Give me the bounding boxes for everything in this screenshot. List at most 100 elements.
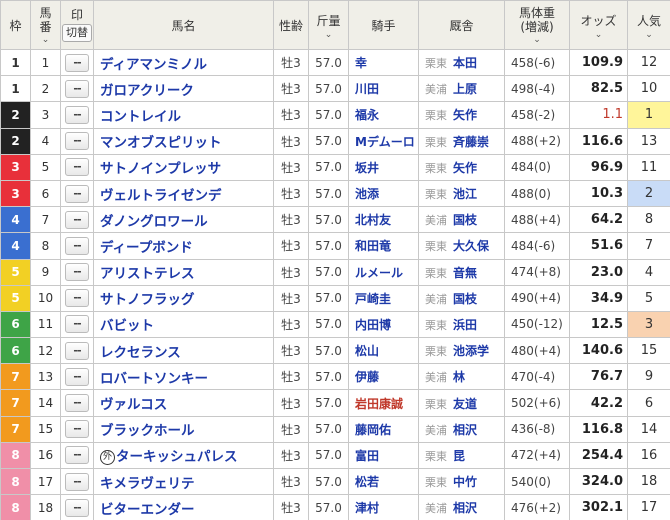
horse-name-link[interactable]: ビターエンダー [100, 502, 195, 518]
mark-select-button[interactable]: -- [65, 315, 89, 334]
trainer-link[interactable]: 昆 [453, 449, 465, 463]
trainer-link[interactable]: 国枝 [453, 292, 477, 306]
mark-select-button[interactable]: -- [65, 472, 89, 491]
sort-chevron-icon[interactable]: ⌄ [310, 30, 348, 39]
mark-select-button[interactable]: -- [65, 105, 89, 124]
jockey-link[interactable]: 福永 [355, 108, 379, 122]
body-weight-cell: 480(+4) [504, 337, 570, 365]
header-body-weight[interactable]: 馬体重 (増減) ⌄ [504, 0, 570, 50]
mark-select-button[interactable]: -- [65, 132, 89, 151]
horse-name-link[interactable]: ブラックホール [100, 423, 195, 439]
jockey-link[interactable]: 松山 [355, 344, 379, 358]
horse-name-link[interactable]: サトノフラッグ [100, 292, 195, 308]
trainer-link[interactable]: 斉藤崇 [453, 135, 489, 149]
horse-name-link[interactable]: ヴァルコス [100, 397, 167, 413]
horse-name-link[interactable]: ディープボンド [100, 240, 193, 256]
horse-name-link[interactable]: ダノングロワール [100, 214, 208, 230]
horse-name-link[interactable]: ディアマンミノル [100, 57, 207, 73]
jockey-link[interactable]: Mデムーロ [355, 135, 415, 149]
table-row: 8 17 -- キメラヴェリテ 牡3 57.0 松若 栗東 中竹 540(0) 324.0 18 [0, 467, 670, 496]
sort-chevron-icon[interactable]: ⌄ [506, 36, 569, 45]
trainer-link[interactable]: 池添学 [453, 344, 489, 358]
horse-name-link[interactable]: 外ターキッシュパレス [100, 449, 238, 465]
popularity-cell: 8 [627, 206, 670, 234]
jockey-link[interactable]: 池添 [355, 187, 379, 201]
sort-chevron-icon[interactable]: ⌄ [629, 30, 670, 39]
horse-name-link[interactable]: ガロアクリーク [100, 83, 194, 99]
jockey-link[interactable]: 藤岡佑 [355, 423, 391, 437]
trainer-link[interactable]: 友道 [453, 397, 477, 411]
jockey-link[interactable]: 坂井 [355, 161, 379, 175]
mark-select-button[interactable]: -- [65, 53, 89, 72]
mark-select-button[interactable]: -- [65, 210, 89, 229]
header-odds[interactable]: オッズ ⌄ [569, 0, 628, 50]
mark-select-button[interactable]: -- [65, 79, 89, 98]
trainer-link[interactable]: 矢作 [453, 108, 477, 122]
mark-select-button[interactable]: -- [65, 184, 89, 203]
umaban-cell: 17 [30, 467, 61, 496]
horse-name-link[interactable]: ロバートソンキー [100, 371, 208, 387]
jockey-link[interactable]: 和田竜 [355, 239, 391, 253]
mark-select-button[interactable]: -- [65, 263, 89, 282]
popularity-cell: 15 [627, 337, 670, 365]
trainer-link[interactable]: 本田 [453, 56, 477, 70]
horse-name-link[interactable]: キメラヴェリテ [100, 476, 195, 492]
horse-name-cell: サトノフラッグ [93, 284, 274, 312]
waku-cell: 7 [0, 389, 31, 417]
trainer-link[interactable]: 矢作 [453, 161, 477, 175]
jockey-link[interactable]: 戸崎圭 [355, 292, 391, 306]
mark-select-button[interactable]: -- [65, 498, 89, 517]
trainer-link[interactable]: 池江 [453, 187, 477, 201]
jockey-link[interactable]: ルメール [355, 266, 403, 280]
mark-select-button[interactable]: -- [65, 420, 89, 439]
sort-chevron-icon[interactable]: ⌄ [32, 36, 60, 45]
trainer-link[interactable]: 相沢 [453, 423, 477, 437]
header-popularity[interactable]: 人気 ⌄ [627, 0, 670, 50]
header-umaban[interactable]: 馬番 ⌄ [30, 0, 61, 50]
horse-name-link[interactable]: レクセランス [100, 345, 181, 361]
jockey-link[interactable]: 松若 [355, 475, 379, 489]
odds-cell: 116.8 [569, 415, 628, 443]
trainer-link[interactable]: 音無 [453, 266, 477, 280]
jockey-link[interactable]: 富田 [355, 449, 379, 463]
jockey-link[interactable]: 伊藤 [355, 370, 379, 384]
mark-select-button[interactable]: -- [65, 158, 89, 177]
mark-cell: -- [60, 75, 94, 103]
popularity-cell: 16 [627, 441, 670, 470]
horse-name-link[interactable]: アリストテレス [100, 266, 195, 282]
mark-toggle-button[interactable]: 切替 [62, 24, 92, 42]
jockey-link[interactable]: 幸 [355, 56, 367, 70]
stable-region: 栗東 [425, 266, 447, 280]
jockey-link[interactable]: 北村友 [355, 213, 391, 227]
trainer-link[interactable]: 中竹 [453, 475, 477, 489]
mark-select-button[interactable]: -- [65, 446, 89, 465]
trainer-link[interactable]: 国枝 [453, 213, 477, 227]
trainer-link[interactable]: 林 [453, 370, 465, 384]
mark-select-button[interactable]: -- [65, 289, 89, 308]
stable-region: 美浦 [425, 502, 447, 516]
umaban-cell: 8 [30, 232, 61, 260]
horse-name-link[interactable]: サトノインプレッサ [100, 161, 221, 177]
header-weight[interactable]: 斤量 ⌄ [308, 0, 349, 50]
trainer-link[interactable]: 浜田 [453, 318, 477, 332]
mark-select-button[interactable]: -- [65, 394, 89, 413]
trainer-link[interactable]: 上原 [453, 82, 477, 96]
stable-cell: 美浦 国枝 [418, 284, 505, 312]
jockey-link[interactable]: 津村 [355, 501, 379, 515]
mark-select-button[interactable]: -- [65, 341, 89, 360]
mark-select-button[interactable]: -- [65, 367, 89, 386]
umaban-cell: 2 [30, 75, 61, 103]
horse-name-link[interactable]: コントレイル [100, 109, 181, 125]
trainer-link[interactable]: 相沢 [453, 501, 477, 515]
jockey-link[interactable]: 内田博 [355, 318, 391, 332]
horse-name-link[interactable]: ヴェルトライゼンデ [100, 188, 222, 204]
horse-name-link[interactable]: マンオブスピリット [100, 135, 222, 151]
jockey-link[interactable]: 岩田康誠 [355, 397, 403, 411]
horse-name-link[interactable]: バビット [100, 318, 154, 334]
jockey-link[interactable]: 川田 [355, 82, 379, 96]
sort-chevron-icon[interactable]: ⌄ [571, 30, 627, 39]
trainer-link[interactable]: 大久保 [453, 239, 489, 253]
age-cell: 牡3 [273, 284, 309, 312]
mark-select-button[interactable]: -- [65, 236, 89, 255]
horse-name-cell: ヴァルコス [93, 389, 274, 417]
